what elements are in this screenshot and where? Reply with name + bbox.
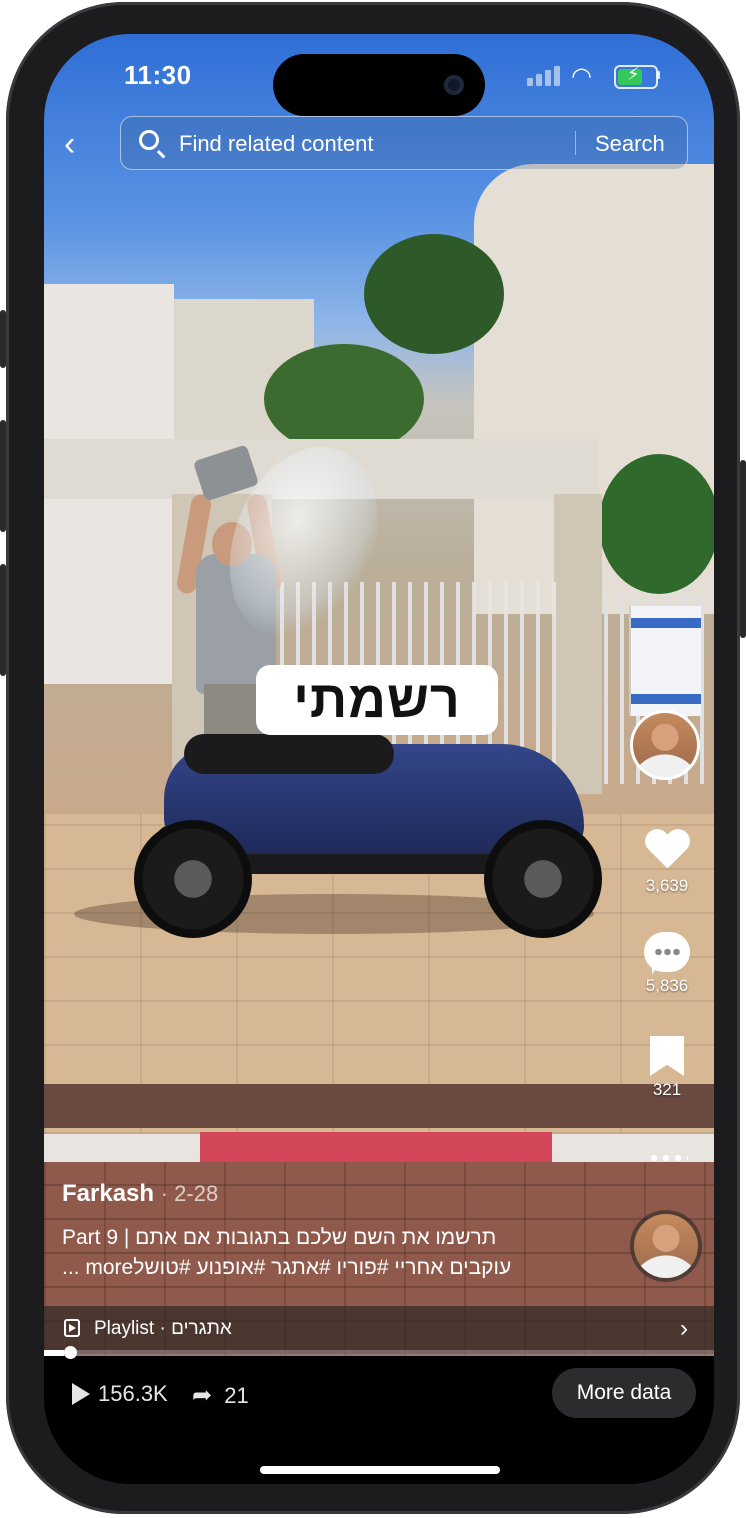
back-chevron-icon[interactable]: ‹ (64, 124, 94, 164)
scooter (124, 724, 602, 938)
volume-up-button (0, 420, 6, 532)
pavement-border (44, 1084, 714, 1128)
view-stats: 156.3K (72, 1381, 168, 1407)
post-date: · 2-28 (160, 1181, 219, 1206)
share-arrow-icon: ➦ (192, 1382, 213, 1409)
bookmark-icon (650, 1036, 684, 1076)
save-button[interactable]: 321 (632, 1036, 702, 1100)
like-count: 3,639 (645, 876, 689, 895)
video-player[interactable]: רשמתי (44, 34, 714, 1356)
home-indicator[interactable] (260, 1466, 500, 1474)
search-divider (575, 131, 576, 155)
tree (264, 344, 424, 454)
status-time: 11:30 (124, 60, 192, 90)
search-bar[interactable]: Find related content Search (120, 116, 688, 170)
action-button (0, 310, 6, 368)
power-button (740, 460, 746, 638)
playlist-bar[interactable]: Playlist · אתגרים › (44, 1306, 714, 1354)
playlist-icon (64, 1319, 80, 1337)
volume-down-button (0, 564, 6, 676)
screen: רשמתי 11:30 ◠ ⚡ ‹ Find related content S… (44, 34, 714, 1484)
israeli-flag (629, 606, 701, 716)
wifi-icon: ◠ (571, 63, 592, 90)
battery-icon: ⚡ (614, 64, 658, 89)
search-input[interactable]: Find related content (179, 131, 373, 157)
sound-disc[interactable] (634, 1214, 698, 1278)
author-line: Farkash · 2-28 (62, 1180, 218, 1208)
caption-line-1: Part 9 | תרשמו את השם שלכם בתגובות אם את… (62, 1226, 497, 1249)
scooter-front-wheel (484, 820, 602, 938)
view-count: 156.3K (98, 1381, 168, 1406)
like-button[interactable]: 3,639 (632, 830, 702, 896)
battery-cap (657, 71, 660, 79)
share-count: 21 (224, 1383, 249, 1408)
progress-knob[interactable] (64, 1346, 77, 1359)
video-progress-bar[interactable] (44, 1346, 714, 1359)
phone-frame: רשמתי 11:30 ◠ ⚡ ‹ Find related content S… (0, 2, 746, 1514)
search-button[interactable]: Search (595, 131, 665, 157)
cellular-signal-icon (527, 64, 563, 86)
progress-fill (44, 1350, 65, 1356)
play-icon (72, 1383, 90, 1405)
heart-icon (644, 830, 690, 872)
comment-button[interactable]: 5,836 (632, 932, 702, 996)
scooter-rear-wheel (134, 820, 252, 938)
front-camera (444, 75, 464, 95)
comment-count: 5,836 (645, 976, 689, 995)
playlist-label: Playlist · אתגרים (94, 1318, 232, 1339)
chevron-right-icon: › (680, 1315, 688, 1342)
caption-line-2[interactable]: עוקבים אחריי #פוריו #אתגר #אופנוע #טושלm… (62, 1256, 602, 1280)
search-icon (139, 130, 159, 150)
red-curb (200, 1132, 552, 1162)
palm-tree (364, 234, 504, 354)
creator-avatar[interactable] (630, 710, 700, 780)
more-data-button[interactable]: More data (552, 1368, 696, 1418)
comment-icon (644, 932, 690, 974)
more-options-icon[interactable] (648, 1154, 688, 1162)
author-name[interactable]: Farkash (62, 1180, 154, 1207)
bush (599, 454, 714, 594)
video-overlay-text: רשמתי (256, 665, 498, 735)
status-bar: 11:30 ◠ ⚡ (44, 34, 714, 116)
save-count: 321 (652, 1080, 682, 1099)
share-stats: ➦ 21 (192, 1381, 249, 1410)
